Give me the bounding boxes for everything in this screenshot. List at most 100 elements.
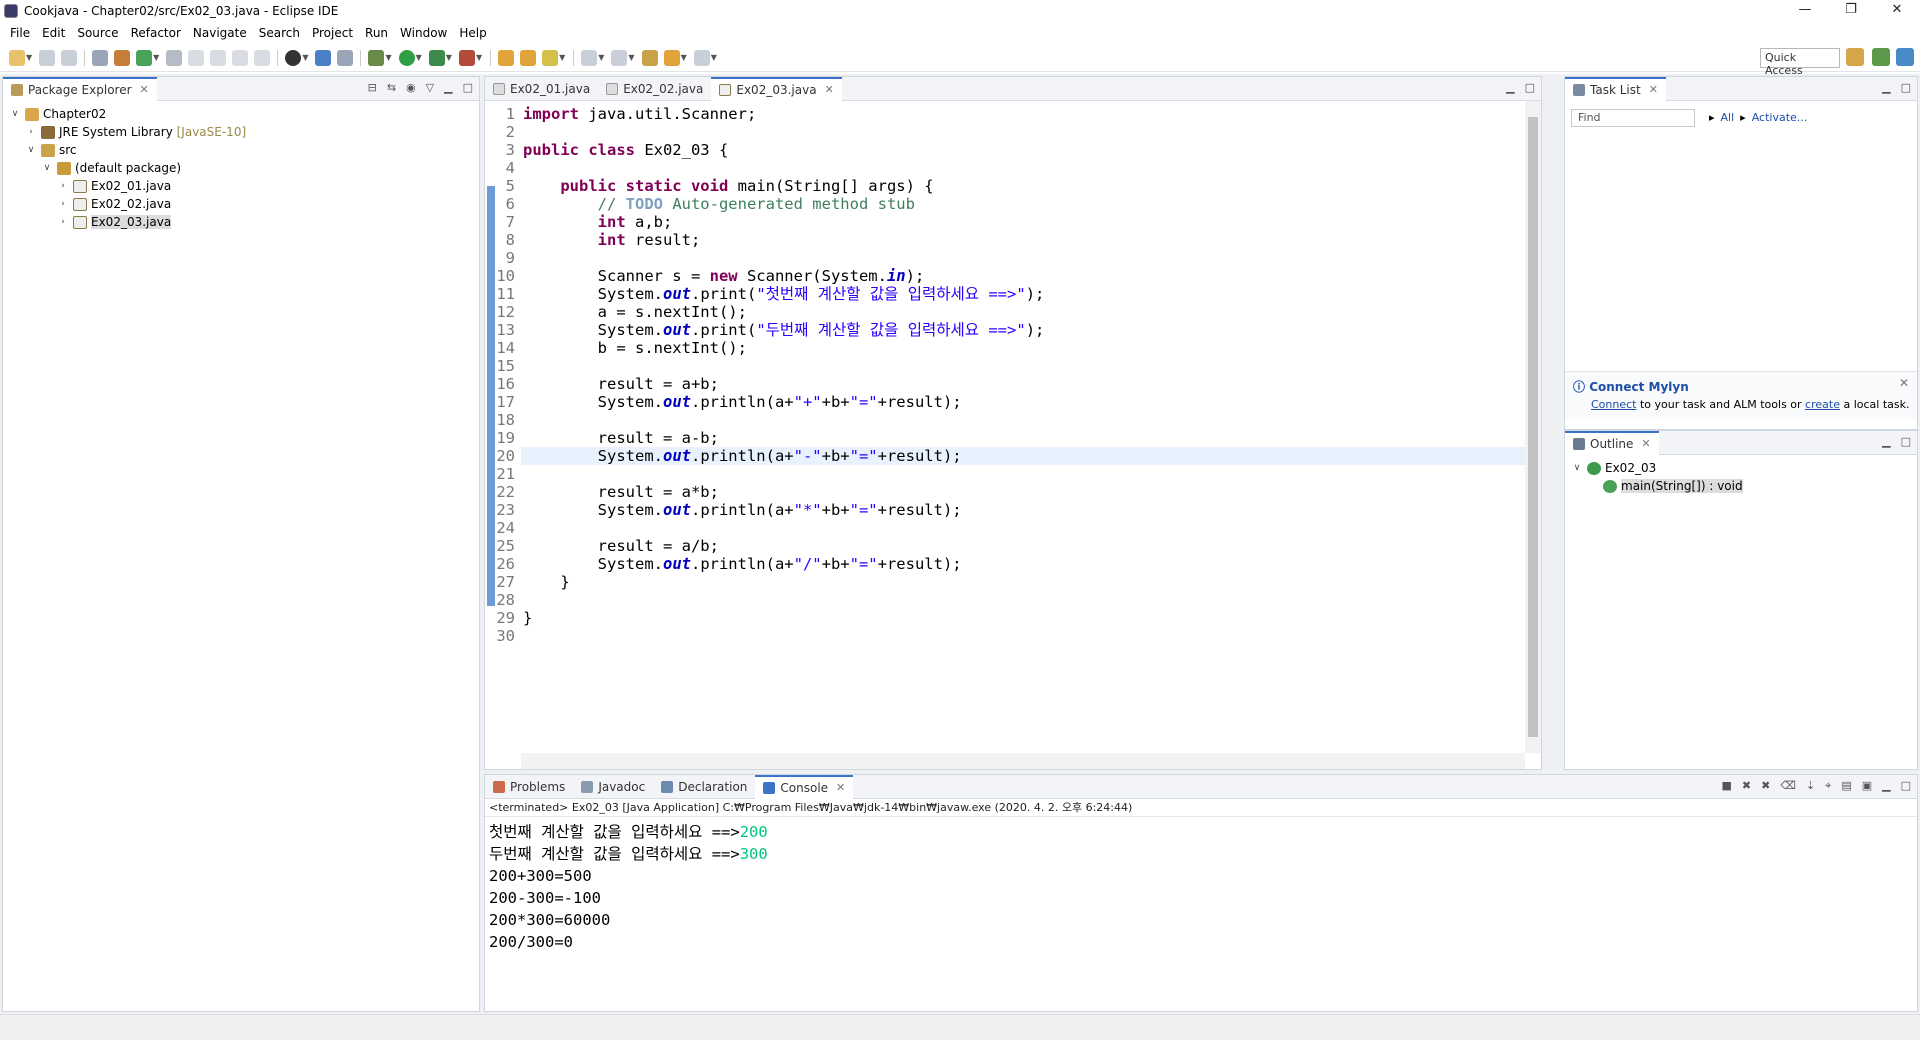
tab-javadoc[interactable]: Javadoc [573,775,653,799]
maximize-icon[interactable]: □ [1525,81,1535,94]
next-edit-icon[interactable] [581,49,598,66]
close-icon[interactable]: ✕ [836,781,845,794]
maximize-icon[interactable]: □ [1901,81,1911,94]
debug-run-dropdown-icon[interactable]: ▼ [385,53,391,62]
open-type-icon[interactable] [498,49,515,66]
code-line[interactable]: public class Ex02_03 { [523,141,728,159]
skip-breakpoints-icon[interactable] [337,49,354,66]
tree-item-default-package[interactable]: ∨ (default package) [9,159,479,177]
scroll-lock-icon[interactable]: ⇣ [1806,779,1815,793]
code-line[interactable]: int a,b; [523,213,673,231]
tree-item-ex02-03[interactable]: › Ex02_03.java [9,213,479,231]
minimize-icon[interactable]: ▁ [1882,779,1890,793]
tree-item-ex02-01[interactable]: › Ex02_01.java [9,177,479,195]
maximize-icon[interactable]: □ [1901,779,1911,793]
link-editor-icon[interactable]: ⇆ [387,81,396,94]
minimize-button[interactable]: — [1782,0,1828,22]
code-line[interactable]: Scanner s = new Scanner(System.in); [523,267,925,285]
tab-package-explorer[interactable]: Package Explorer ✕ [3,76,157,101]
menu-help[interactable]: Help [453,26,492,40]
restore-button[interactable]: ❐ [1828,0,1874,22]
code-line[interactable]: System.out.println(a+"/"+b+"="+result); [523,555,962,573]
run-icon[interactable] [398,49,415,66]
connect-link[interactable]: Connect [1591,398,1636,411]
close-icon[interactable]: ✕ [1649,83,1658,96]
menu-window[interactable]: Window [394,26,453,40]
expand-icon[interactable]: ∨ [41,163,53,173]
open-console-icon[interactable]: ▣ [1862,779,1872,793]
view-menu-icon[interactable]: ▽ [426,81,434,94]
quick-access-field[interactable]: Quick Access [1760,48,1840,77]
java-perspective-icon[interactable] [1896,48,1914,66]
terminate-icon[interactable]: ■ [1721,779,1731,793]
run-dropdown-icon[interactable]: ▼ [416,53,422,62]
save-all-icon[interactable] [61,49,78,66]
pin-console-icon[interactable]: ⌖ [1825,779,1831,793]
open-perspective-icon[interactable] [1846,48,1864,66]
menu-edit[interactable]: Edit [36,26,71,40]
open-task-icon[interactable] [520,49,537,66]
last-edit-location-icon[interactable] [641,49,658,66]
menu-search[interactable]: Search [253,26,306,40]
focus-icon[interactable]: ◉ [406,81,416,94]
show-whitespace-icon[interactable] [232,49,249,66]
outline-class-item[interactable]: ∨ Ex02_03 [1571,459,1917,477]
debug-perspective-icon[interactable] [285,49,302,66]
collapse-icon[interactable]: › [25,127,37,137]
code-line[interactable]: result = a-b; [523,429,719,447]
search-dropdown-icon[interactable]: ▼ [559,53,565,62]
new-dropdown-icon[interactable]: ▼ [26,53,32,62]
menu-refactor[interactable]: Refactor [125,26,187,40]
close-icon[interactable]: ✕ [140,83,149,96]
forward-dropdown-icon[interactable]: ▼ [711,53,717,62]
console-output[interactable]: 첫번째 계산할 값을 입력하세요 ==>200 두번째 계산할 값을 입력하세요 … [485,817,1917,953]
toggle-mark-icon[interactable] [166,49,183,66]
code-line[interactable]: a = s.nextInt(); [523,303,747,321]
tab-ex02-01[interactable]: Ex02_01.java [485,77,598,101]
expand-icon[interactable]: ∨ [1571,463,1583,473]
debug-icon[interactable] [368,49,385,66]
collapse-icon[interactable]: › [57,181,69,191]
next-annotation-icon[interactable] [188,49,205,66]
back-icon[interactable] [663,49,680,66]
expand-icon[interactable]: ∨ [9,109,21,119]
menu-file[interactable]: File [4,26,36,40]
tab-task-list[interactable]: Task List ✕ [1565,76,1666,101]
terminal-icon[interactable] [315,49,332,66]
minimize-icon[interactable]: ▁ [1882,435,1890,448]
close-icon[interactable]: ✕ [1641,437,1650,450]
code-line[interactable]: import java.util.Scanner; [523,105,756,123]
editor-vertical-scrollbar[interactable] [1525,101,1541,753]
tab-ex02-03[interactable]: Ex02_03.java ✕ [711,76,842,101]
new-icon[interactable] [9,49,25,66]
prev-edit-icon[interactable] [611,49,628,66]
pilcrow-icon[interactable] [254,49,271,66]
tab-console[interactable]: Console ✕ [755,774,854,799]
code-area[interactable]: 1 import java.util.Scanner; 2 3 public class… [496,101,1525,753]
collapse-icon[interactable]: › [57,217,69,227]
print-icon[interactable] [92,49,109,66]
prev-edit-dropdown-icon[interactable]: ▼ [628,53,634,62]
display-console-icon[interactable]: ▤ [1841,779,1851,793]
tree-item-ex02-02[interactable]: › Ex02_02.java [9,195,479,213]
collapse-icon[interactable]: › [57,199,69,209]
save-icon[interactable] [39,49,56,66]
code-line[interactable]: b = s.nextInt(); [523,339,747,357]
close-icon[interactable]: ✕ [825,83,834,96]
clear-console-icon[interactable]: ⌫ [1780,779,1796,793]
tab-outline[interactable]: Outline ✕ [1565,430,1659,455]
menu-run[interactable]: Run [359,26,394,40]
close-icon[interactable]: ✕ [1899,376,1909,390]
find-task-input[interactable]: Find [1571,109,1695,127]
code-editor[interactable]: 1 import java.util.Scanner; 2 3 public class… [485,101,1541,769]
coverage-icon[interactable] [428,49,445,66]
code-line[interactable]: System.out.println(a+"+"+b+"="+result); [523,393,962,411]
forward-icon[interactable] [693,49,710,66]
code-line[interactable]: System.out.print("두번째 계산할 값을 입력하세요 ==>")… [523,321,1045,339]
menu-source[interactable]: Source [71,26,124,40]
tree-item-chapter02[interactable]: ∨ Chapter02 [9,105,479,123]
expand-icon[interactable]: ∨ [25,145,37,155]
collapse-all-icon[interactable]: ⊟ [368,81,377,94]
tab-ex02-02[interactable]: Ex02_02.java [598,77,711,101]
code-line[interactable]: result = a*b; [523,483,719,501]
